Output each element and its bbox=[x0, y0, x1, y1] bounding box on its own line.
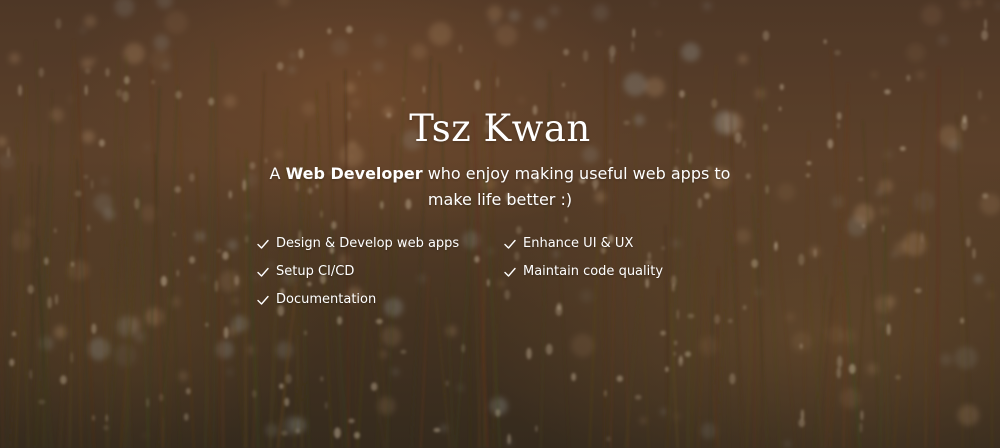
skill-item-enhance-ui: Enhance UI & UX bbox=[503, 232, 633, 256]
skill-label: Setup CI/CD bbox=[276, 264, 355, 279]
check-icon bbox=[257, 295, 269, 305]
tagline-role: Web Developer bbox=[285, 164, 423, 183]
skill-label: Maintain code quality bbox=[523, 264, 664, 279]
tagline: A Web Developer who enjoy making useful … bbox=[250, 161, 750, 213]
check-icon bbox=[504, 239, 516, 249]
check-icon bbox=[504, 267, 516, 277]
tagline-suffix: who enjoy making useful web apps to make… bbox=[422, 164, 731, 209]
skill-label: Documentation bbox=[276, 292, 377, 307]
hero-section: Tsz Kwan A Web Developer who enjoy makin… bbox=[0, 0, 1000, 448]
skill-label: Enhance UI & UX bbox=[523, 236, 634, 251]
skill-item-design-develop: Design & Develop web apps bbox=[256, 232, 459, 256]
hero-content: Tsz Kwan A Web Developer who enjoy makin… bbox=[0, 0, 1000, 448]
tagline-prefix: A bbox=[269, 164, 286, 183]
check-icon bbox=[257, 267, 269, 277]
skill-item-setup-cicd: Setup CI/CD bbox=[256, 260, 354, 284]
skill-item-documentation: Documentation bbox=[256, 288, 376, 312]
skill-label: Design & Develop web apps bbox=[276, 236, 460, 251]
check-icon bbox=[257, 239, 269, 249]
skill-item-code-quality: Maintain code quality bbox=[503, 260, 663, 284]
page-title: Tsz Kwan bbox=[409, 107, 591, 150]
